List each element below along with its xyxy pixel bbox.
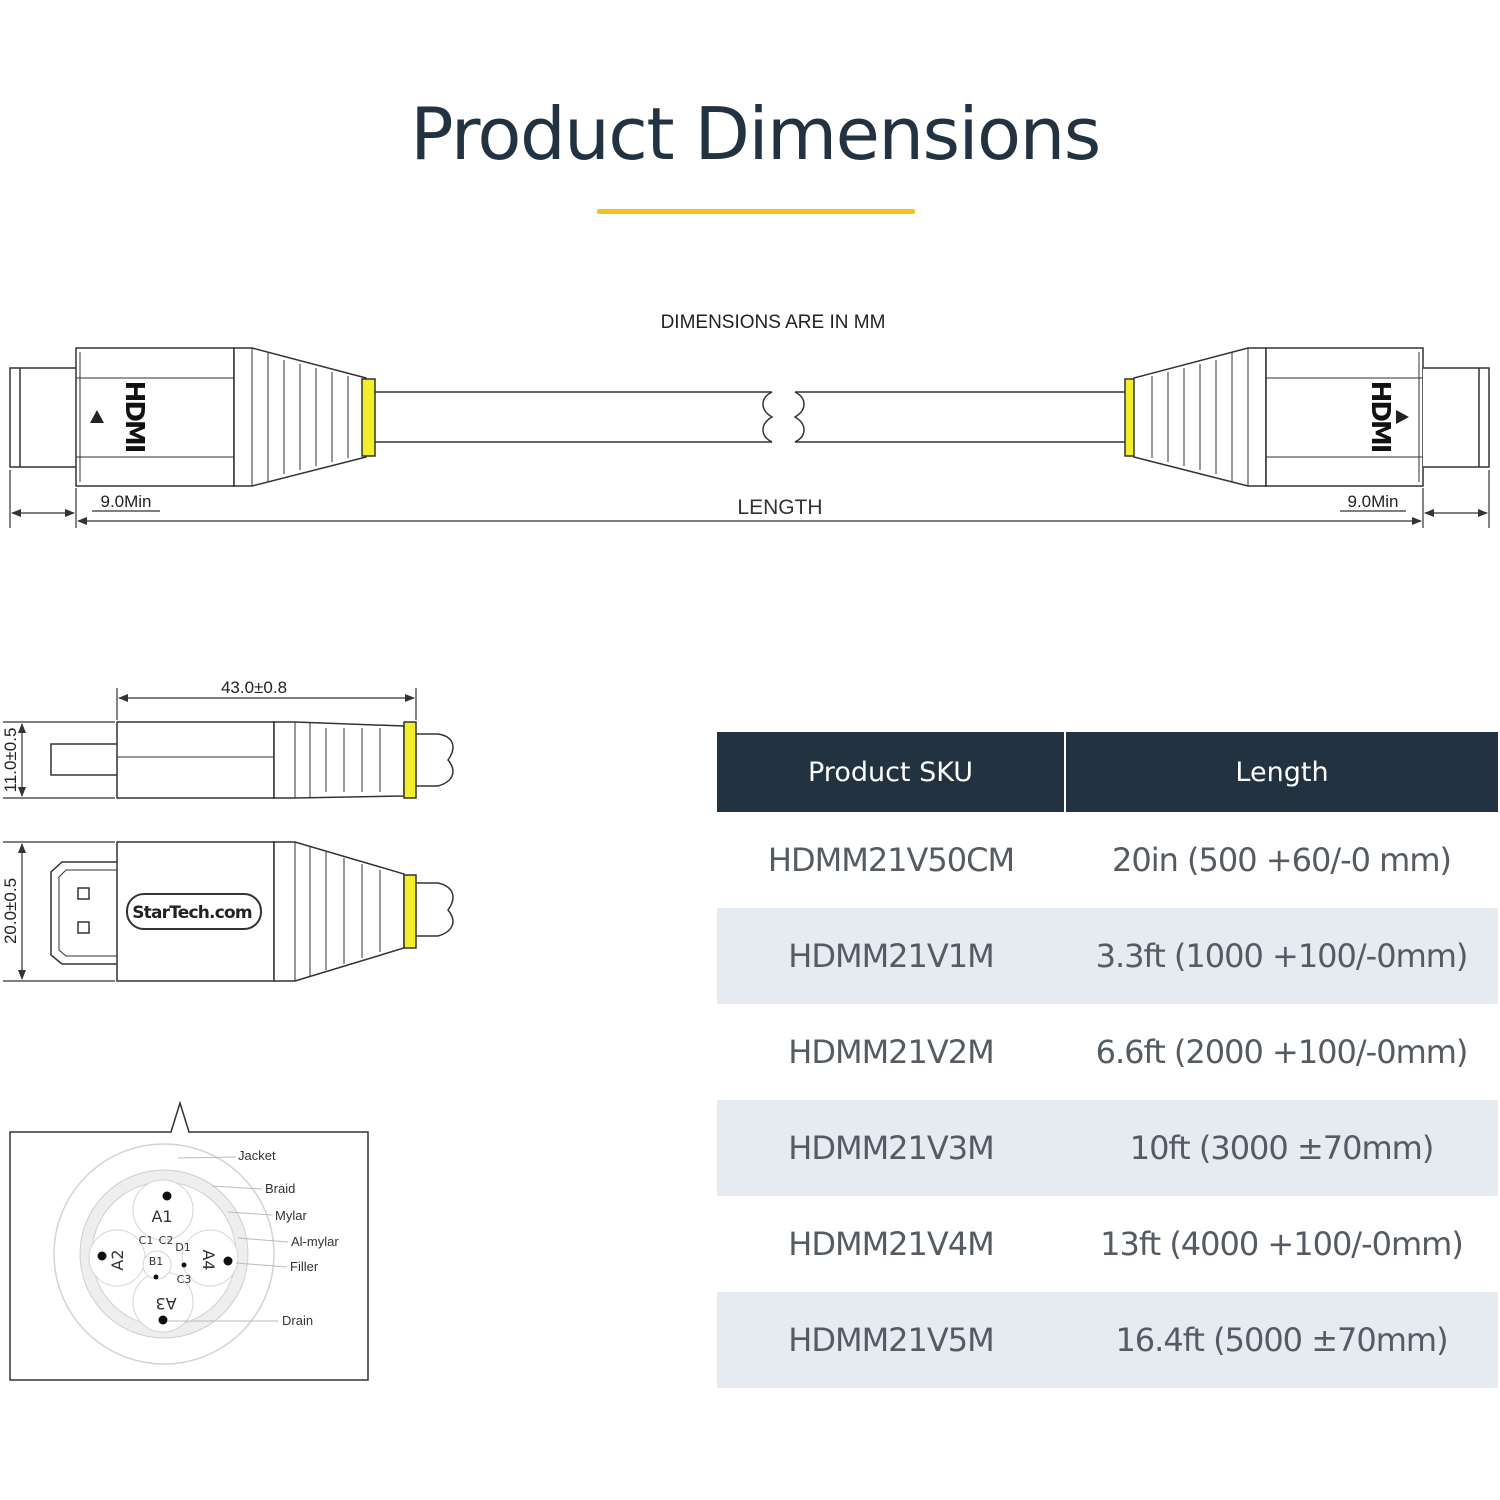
sku-cell: HDMM21V50CM [767,841,1015,879]
right-plug-min-label: 9.0Min [1347,492,1398,511]
layer-label-mylar: Mylar [275,1208,307,1223]
core-label-b1: B1 [149,1255,164,1268]
table-row: HDMM21V1M 3.3ft (1000 +100/-0mm) [717,908,1498,1004]
core-label-c1: C1 [139,1234,154,1247]
front-view-pin-window-bottom [77,921,90,934]
layer-label-jacket: Jacket [238,1148,276,1163]
full-cable-view: HDMI HDMI [9,347,1490,487]
pair-label-a2: A2 [108,1249,127,1270]
right-hdmi-logo: HDMI [1365,381,1395,452]
length-cell: 20in (500 +60/-0 mm) [1111,841,1452,879]
front-view-connector [50,841,454,982]
length-label: LENGTH [737,496,822,519]
left-hdmi-logo: HDMI [119,381,149,452]
core-label-d1: D1 [175,1241,190,1254]
sku-length-table: Product SKU Length HDMM21V50CM 20in (500… [717,732,1498,1388]
length-cell: 3.3ft (1000 +100/-0mm) [1065,908,1498,1004]
length-cell: 10ft (3000 ±70mm) [1065,1100,1498,1196]
front-view-pin-window-top [77,887,90,900]
core-label-c3: C3 [177,1273,192,1286]
table-row: HDMM21V2M 6.6ft (2000 +100/-0mm) [717,1004,1498,1100]
table-row: HDMM21V50CM 20in (500 +60/-0 mm) [717,812,1498,908]
header-product-sku: Product SKU [717,732,1066,812]
table-row: HDMM21V5M 16.4ft (5000 ±70mm) [717,1292,1498,1388]
side-view-strain-relief [273,721,405,799]
front-view-strain-relief [273,841,405,982]
sku-cell: HDMM21V1M [717,908,1065,1004]
units-note: DIMENSIONS ARE IN MM [661,312,886,333]
side-height-dimension: 11.0±0.5 [1,728,20,793]
front-view-yellow-collar [403,874,417,949]
pair-label-a3: A3 [155,1294,176,1313]
layer-label-drain: Drain [282,1313,313,1328]
side-view-housing [116,721,275,799]
side-view-yellow-collar [403,721,417,799]
sku-cell: HDMM21V2M [788,1033,995,1071]
side-length-dimension: 43.0±0.8 [221,678,287,697]
sku-cell: HDMM21V5M [717,1292,1065,1388]
table-header-row: Product SKU Length [717,732,1498,812]
side-view-connector [50,721,454,799]
length-cell: 6.6ft (2000 +100/-0mm) [1095,1033,1469,1071]
table-row: HDMM21V3M 10ft (3000 ±70mm) [717,1100,1498,1196]
left-yellow-collar [361,378,376,457]
table-row: HDMM21V4M 13ft (4000 +100/-0mm) [717,1196,1498,1292]
brand-logo-text: StarTech.com [132,903,252,923]
pair-label-a1: A1 [151,1207,172,1226]
layer-label-braid: Braid [265,1181,295,1196]
length-cell: 16.4ft (5000 ±70mm) [1065,1292,1498,1388]
front-view-plug [50,861,117,965]
length-cell: 13ft (4000 +100/-0mm) [1100,1225,1464,1263]
front-height-dimension: 20.0±0.5 [1,878,20,944]
core-label-c2: C2 [159,1234,174,1247]
left-plug-min-label: 9.0Min [100,492,151,511]
side-view-plug [50,743,117,776]
sku-cell: HDMM21V4M [788,1225,995,1263]
layer-label-al-mylar: Al-mylar [291,1234,339,1249]
layer-label-filler: Filler [290,1259,319,1274]
header-length: Length [1065,732,1498,812]
pair-label-a4: A4 [199,1249,218,1270]
sku-cell: HDMM21V3M [717,1100,1065,1196]
